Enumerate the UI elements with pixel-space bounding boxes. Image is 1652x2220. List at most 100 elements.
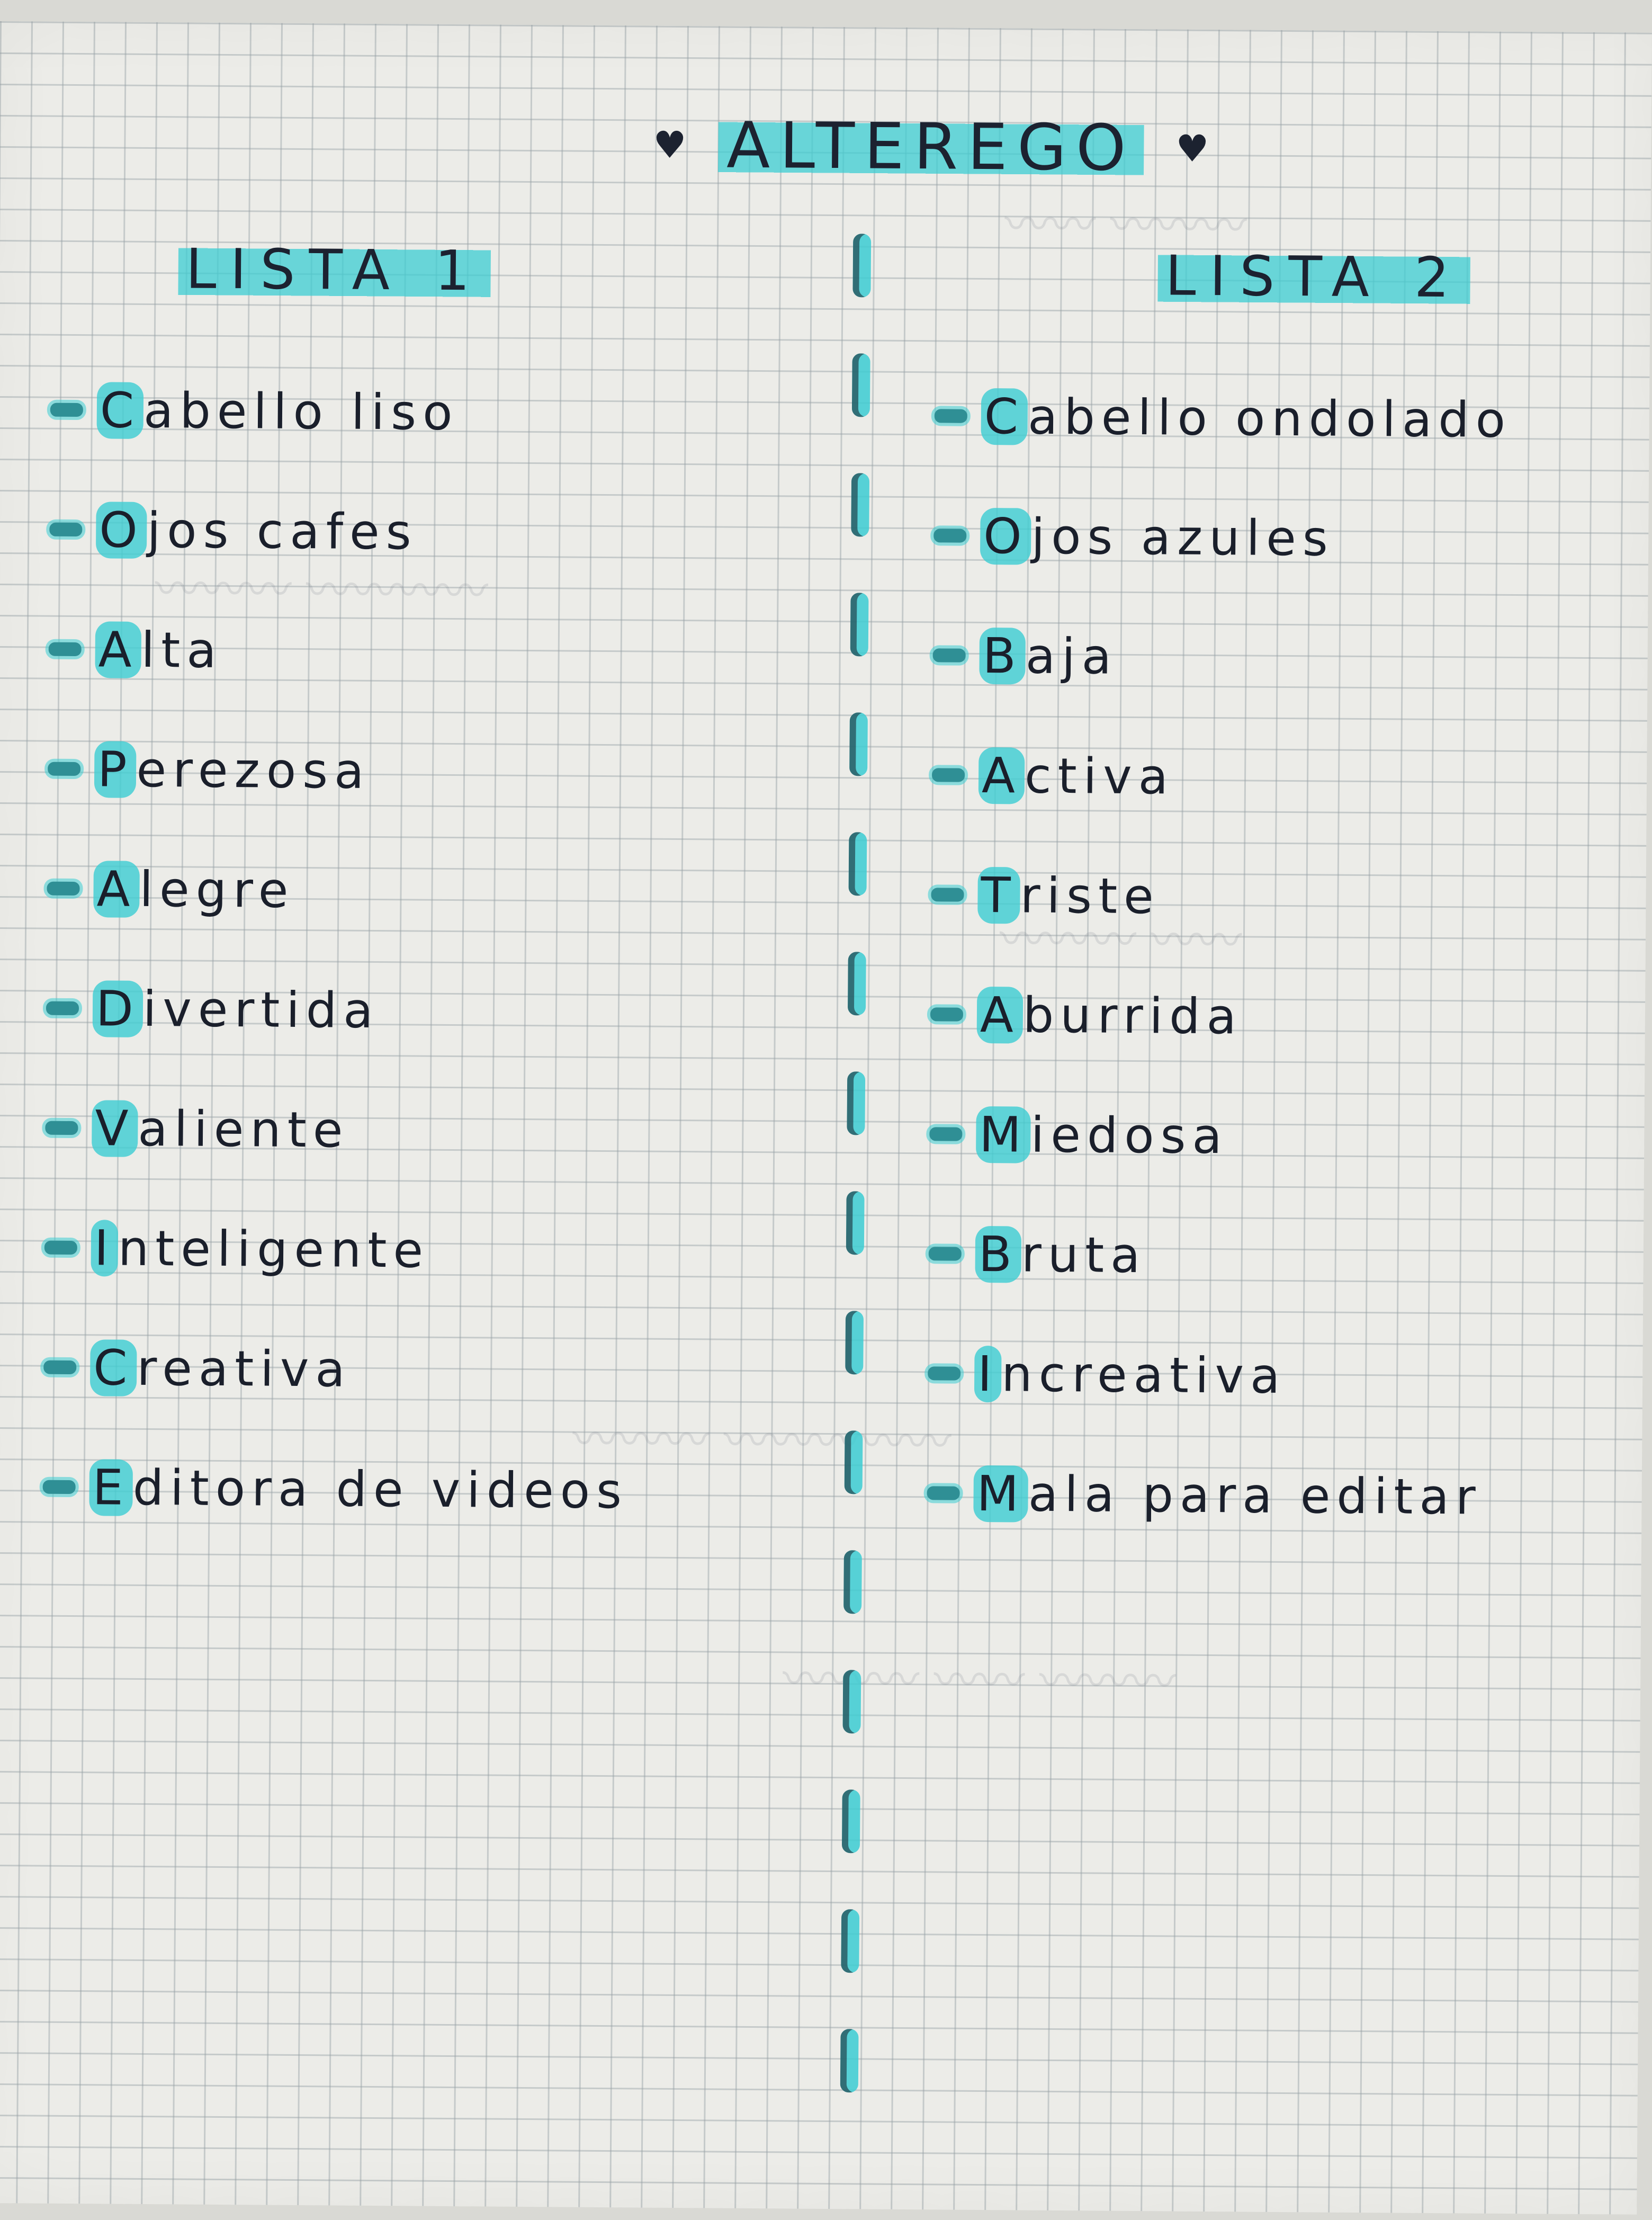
divider-dash <box>848 832 867 896</box>
list-item-label: Alta <box>95 621 223 678</box>
dash-bullet <box>45 1121 78 1135</box>
divider-dash <box>849 712 868 776</box>
highlighted-initial: I <box>974 1345 1002 1402</box>
dash-bullet <box>43 1360 77 1375</box>
list-item-label: Divertida <box>92 980 380 1039</box>
highlighted-initial: A <box>93 860 140 918</box>
list-2-heading: LISTA 2 <box>1157 241 1471 312</box>
dash-bullet <box>931 888 964 902</box>
highlighted-initial: A <box>978 747 1025 804</box>
list-item: Triste <box>931 835 1509 959</box>
divider-dash <box>846 1191 865 1255</box>
highlighted-initial: P <box>94 740 137 798</box>
list-item-label: Ojos cafes <box>95 501 418 560</box>
highlighted-initial: C <box>981 388 1028 445</box>
dash-bullet <box>927 1486 960 1500</box>
list-item: Valiente <box>45 1068 631 1192</box>
highlighted-initial: O <box>980 507 1032 565</box>
divider-dash <box>852 234 872 298</box>
list-item-label: Bruta <box>975 1225 1147 1284</box>
list-item-label: Alegre <box>93 860 295 918</box>
list-1-heading: LISTA 1 <box>178 234 491 306</box>
page-title: ALTEREGO <box>717 108 1144 185</box>
divider-dash <box>844 1430 863 1494</box>
dash-bullet <box>48 762 81 776</box>
dash-bullet <box>929 1127 963 1141</box>
dash-bullet <box>48 642 82 657</box>
highlighted-initial: M <box>975 1106 1031 1163</box>
list-item: Cabello liso <box>50 350 636 474</box>
highlighted-initial: V <box>92 1099 138 1157</box>
list-item-label: Mala para editar <box>973 1465 1482 1525</box>
list-2: Cabello ondolado Ojos azules Baja Activa… <box>927 356 1512 1557</box>
list-item: Aburrida <box>930 954 1508 1078</box>
list-item-label: Activa <box>978 747 1174 805</box>
dash-bullet <box>49 522 83 537</box>
list-item-label: Valiente <box>92 1099 349 1158</box>
dash-bullet <box>933 529 967 543</box>
list-item-label: Inteligente <box>91 1219 429 1278</box>
list-item: Miedosa <box>929 1074 1507 1198</box>
dash-bullet <box>46 1001 79 1016</box>
divider-dash <box>845 1311 864 1375</box>
list-item: Alta <box>48 589 634 713</box>
highlighted-initial: B <box>979 627 1026 685</box>
dash-bullet <box>932 648 966 663</box>
divider-dash <box>847 1071 866 1135</box>
highlighted-initial: T <box>977 866 1021 924</box>
highlighted-initial: B <box>975 1225 1022 1283</box>
dash-bullet <box>930 1007 964 1022</box>
heart-icon: ♥ <box>653 123 687 167</box>
list-item-label: Editora de videos <box>89 1458 628 1519</box>
notebook-page: 〰〰〰 〰〰 〰〰〰〰 〰〰〰 〰〰 〰〰〰 〰〰〰〰〰 〰〰〰 〰〰〰 〰〰 … <box>0 21 1652 2215</box>
divider-dash <box>840 2029 859 2093</box>
title-row: ♥ ALTEREGO ♥ <box>624 100 1238 194</box>
list-item-label: Aburrida <box>976 986 1243 1045</box>
list-item-label: Cabello ondolado <box>981 388 1512 448</box>
divider-dash <box>847 952 866 1016</box>
highlighted-initial: E <box>89 1458 133 1516</box>
dash-bullet <box>928 1247 962 1261</box>
dash-bullet <box>934 409 967 423</box>
divider-dash <box>851 353 870 417</box>
list-item: Increativa <box>927 1313 1505 1437</box>
dash-bullet <box>50 402 83 417</box>
list-item: Ojos azules <box>933 476 1511 599</box>
list-item: Creativa <box>43 1308 629 1431</box>
divider-dash <box>841 1909 860 1973</box>
list-item-label: Increativa <box>974 1345 1287 1404</box>
list-item-label: Cabello liso <box>96 381 459 441</box>
list-item: Activa <box>931 715 1510 839</box>
dash-bullet <box>928 1366 961 1381</box>
highlighted-initial: I <box>91 1219 119 1277</box>
highlighted-initial: M <box>973 1465 1029 1523</box>
list-item: Bruta <box>928 1194 1506 1318</box>
list-item-label: Baja <box>979 627 1118 685</box>
list-item: Baja <box>932 595 1511 719</box>
list-item-label: Creativa <box>89 1339 352 1398</box>
dash-bullet <box>44 1240 77 1255</box>
back-page-bleed-through: 〰〰〰 〰〰 〰〰〰 <box>782 1653 1177 1709</box>
list-item-label: Miedosa <box>975 1106 1228 1165</box>
back-page-bleed-through: 〰〰〰〰〰 〰〰〰 <box>572 1413 952 1469</box>
divider-dash <box>850 593 869 657</box>
highlighted-initial: C <box>89 1339 137 1397</box>
heart-icon: ♥ <box>1175 127 1209 171</box>
list-item: Divertida <box>46 948 632 1072</box>
list-item: Inteligente <box>44 1188 630 1312</box>
divider-dash <box>843 1550 862 1614</box>
highlighted-initial: A <box>95 621 142 678</box>
center-divider <box>839 234 874 2214</box>
dash-bullet <box>47 881 80 896</box>
list-item: Perezosa <box>47 709 633 833</box>
highlighted-initial: C <box>96 381 144 439</box>
dash-bullet <box>932 768 965 782</box>
divider-dash <box>841 1789 860 1854</box>
divider-dash <box>851 473 870 537</box>
highlighted-initial: D <box>92 980 143 1037</box>
list-item: Alegre <box>47 829 633 953</box>
dash-bullet <box>42 1480 76 1494</box>
list-item: Mala para editar <box>927 1433 1505 1557</box>
list-1: Cabello liso Ojos cafes Alta Perezosa Al… <box>42 350 636 1551</box>
list-item: Cabello ondolado <box>934 356 1512 480</box>
